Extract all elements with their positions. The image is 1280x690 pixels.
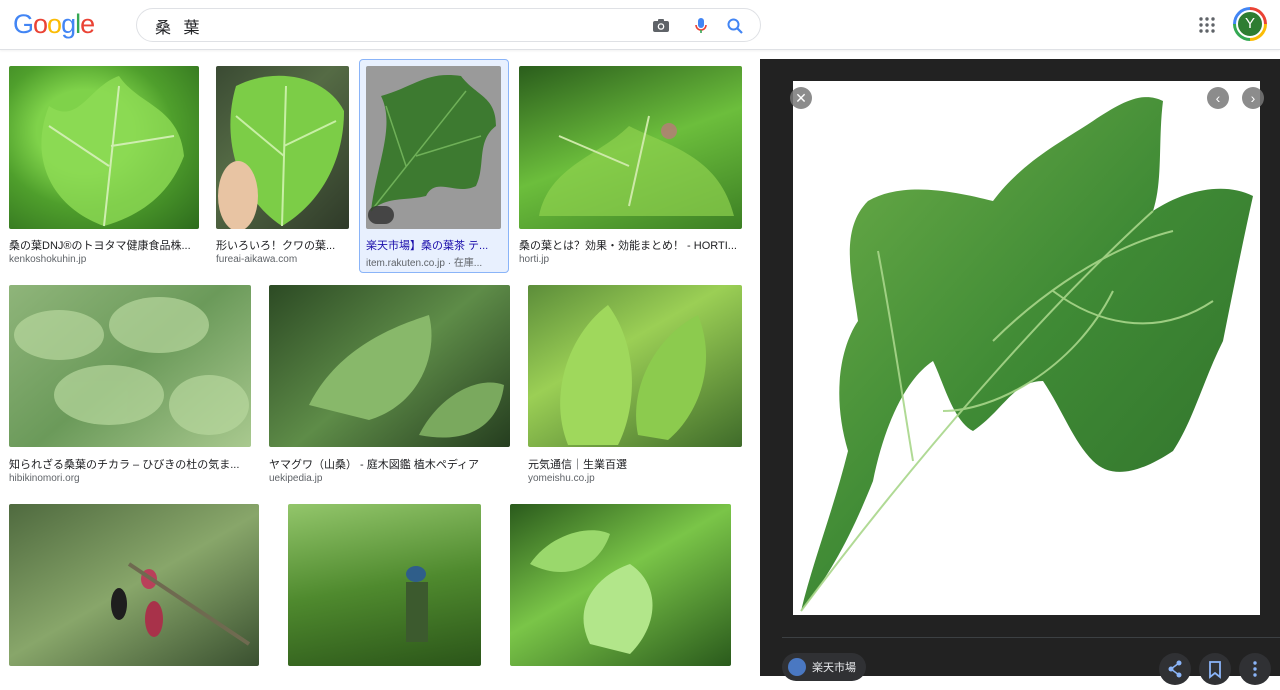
bookmark-icon[interactable] xyxy=(1199,653,1231,685)
panel-divider xyxy=(782,637,1280,638)
globe-icon xyxy=(788,658,806,676)
search-icon[interactable] xyxy=(725,16,745,36)
share-icon[interactable] xyxy=(1159,653,1191,685)
image-result[interactable]: 桑の葉DNJ®のトヨタマ健康食品株... kenkoshokuhin.jp xyxy=(9,66,199,266)
result-thumbnail[interactable] xyxy=(519,66,742,229)
result-title[interactable]: 桑の葉DNJ®のトヨタマ健康食品株... xyxy=(9,237,199,253)
result-title[interactable]: 桑の葉とは？効果・効能まとめ！ - HORTI... xyxy=(519,237,742,253)
image-result[interactable]: 元気通信｜生業百選 yomeishu.co.jp xyxy=(528,285,742,485)
result-thumbnail[interactable] xyxy=(288,504,481,666)
result-source[interactable]: item.rakuten.co.jp · 在庫... xyxy=(366,254,496,269)
source-chip[interactable]: 楽天市場 xyxy=(782,653,866,681)
result-thumbnail[interactable] xyxy=(9,285,251,447)
image-result[interactable] xyxy=(9,504,259,676)
image-results-grid: 桑の葉DNJ®のトヨタマ健康食品株... kenkoshokuhin.jp 形い… xyxy=(0,51,758,676)
result-title[interactable]: ヤマグワ（山桑） - 庭木図鑑 植木ペディア xyxy=(269,456,510,472)
chevron-left-icon[interactable]: ‹ xyxy=(1207,87,1229,109)
top-bar: Google Y xyxy=(0,0,1280,50)
result-source[interactable]: horti.jp xyxy=(519,254,742,265)
avatar-letter: Y xyxy=(1236,10,1264,38)
google-logo[interactable]: Google xyxy=(13,9,95,40)
logo-letter: g xyxy=(61,9,76,39)
preview-image[interactable] xyxy=(793,81,1260,615)
result-thumbnail[interactable] xyxy=(269,285,510,447)
result-thumbnail[interactable] xyxy=(216,66,349,229)
result-thumbnail[interactable] xyxy=(9,66,199,229)
result-title[interactable]: 楽天市場】桑の葉茶 テ... xyxy=(366,237,496,253)
image-result[interactable]: 知られざる桑葉のチカラ – ひびきの杜の気ま... hibikinomori.o… xyxy=(9,285,251,485)
result-source[interactable]: yomeishu.co.jp xyxy=(528,473,742,484)
result-thumbnail[interactable] xyxy=(9,504,259,666)
image-result[interactable] xyxy=(510,504,731,676)
image-result[interactable]: 形いろいろ！クワの葉... fureai-aikawa.com xyxy=(216,66,349,266)
result-source[interactable]: fureai-aikawa.com xyxy=(216,254,349,265)
result-title[interactable]: 元気通信｜生業百選 xyxy=(528,456,742,472)
result-title[interactable]: 知られざる桑葉のチカラ – ひびきの杜の気ま... xyxy=(9,456,251,472)
source-name: 楽天市場 xyxy=(812,662,856,674)
result-source[interactable]: hibikinomori.org xyxy=(9,473,251,484)
logo-letter: o xyxy=(33,9,48,39)
account-avatar[interactable]: Y xyxy=(1233,7,1267,41)
close-icon[interactable]: ✕ xyxy=(790,87,812,109)
more-vert-icon[interactable] xyxy=(1239,653,1271,685)
image-result[interactable]: 桑の葉とは？効果・効能まとめ！ - HORTI... horti.jp xyxy=(519,66,742,266)
camera-icon[interactable] xyxy=(651,16,671,36)
apps-grid-icon[interactable] xyxy=(1198,16,1216,34)
logo-letter: G xyxy=(13,9,34,39)
price-tag-icon xyxy=(368,206,394,224)
result-source[interactable]: uekipedia.jp xyxy=(269,473,510,484)
image-result[interactable]: 楽天市場】桑の葉茶 テ... item.rakuten.co.jp · 在庫..… xyxy=(366,66,501,269)
search-input[interactable] xyxy=(155,16,635,36)
logo-letter: o xyxy=(47,9,62,39)
logo-letter: e xyxy=(80,9,95,39)
result-thumbnail[interactable] xyxy=(510,504,731,666)
result-thumbnail[interactable] xyxy=(366,66,501,229)
mic-icon[interactable] xyxy=(691,16,711,36)
image-preview-panel: ✕ ‹ › 楽天市場 xyxy=(760,59,1280,685)
result-title[interactable]: 形いろいろ！クワの葉... xyxy=(216,237,349,253)
search-box xyxy=(136,8,761,42)
chevron-right-icon[interactable]: › xyxy=(1242,87,1264,109)
image-result[interactable] xyxy=(288,504,481,676)
result-thumbnail[interactable] xyxy=(528,285,742,447)
image-result[interactable]: ヤマグワ（山桑） - 庭木図鑑 植木ペディア uekipedia.jp xyxy=(269,285,510,485)
result-source[interactable]: kenkoshokuhin.jp xyxy=(9,254,199,265)
